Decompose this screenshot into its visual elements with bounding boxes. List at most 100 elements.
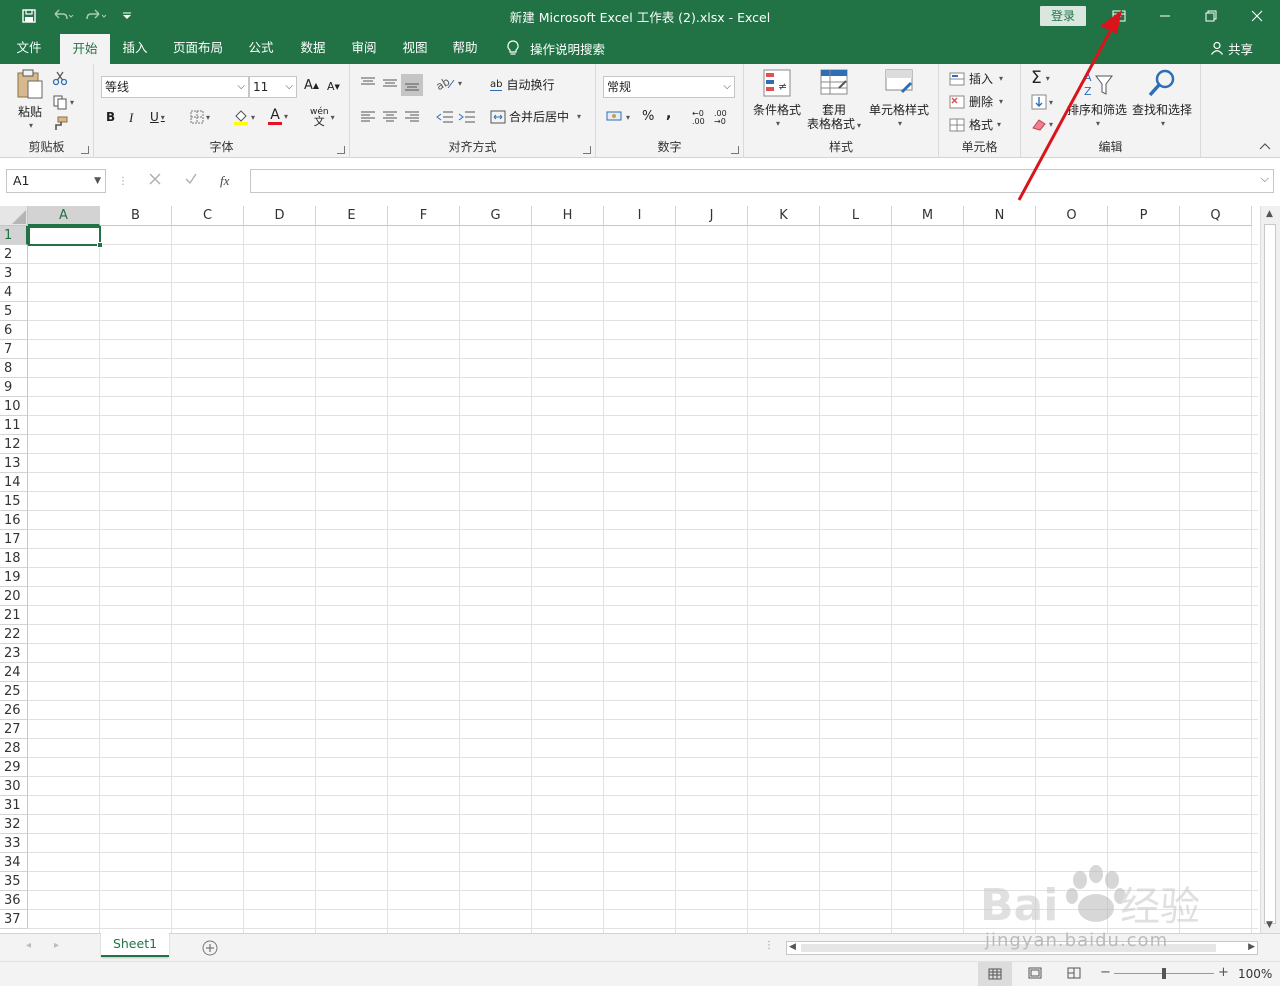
prev-sheet-icon[interactable]: ◂ (26, 940, 31, 951)
cancel-entry-icon[interactable] (148, 172, 162, 186)
align-center-icon[interactable] (382, 110, 398, 124)
bold-button[interactable]: B (106, 110, 115, 124)
autosum-button[interactable]: Σ ▾ (1031, 68, 1050, 88)
format-cells-button[interactable]: 格式 ▾ (949, 116, 1001, 133)
row-header-10[interactable]: 10 (0, 397, 28, 416)
row-header-1[interactable]: 1 (0, 226, 28, 245)
row-header-2[interactable]: 2 (0, 245, 28, 264)
new-sheet-icon[interactable] (202, 940, 218, 956)
decrease-decimal-button[interactable]: .00 →0 (714, 110, 727, 126)
column-header-j[interactable]: J (676, 206, 748, 226)
clear-button[interactable]: ▾ (1031, 116, 1053, 132)
page-layout-view-icon[interactable] (1028, 967, 1042, 979)
name-box[interactable]: A1 ▼ (6, 169, 106, 193)
row-header-34[interactable]: 34 (0, 853, 28, 872)
confirm-entry-icon[interactable] (184, 172, 198, 186)
row-header-19[interactable]: 19 (0, 568, 28, 587)
row-header-23[interactable]: 23 (0, 644, 28, 663)
italic-button[interactable]: I (129, 110, 133, 126)
column-header-i[interactable]: I (604, 206, 676, 226)
tab-review[interactable]: 审阅 (343, 32, 385, 64)
format-painter-icon[interactable] (52, 116, 68, 132)
row-header-28[interactable]: 28 (0, 739, 28, 758)
expand-formula-bar-icon[interactable]: ⌵ (1261, 172, 1269, 186)
row-header-35[interactable]: 35 (0, 872, 28, 891)
alignment-launcher-icon[interactable] (583, 146, 591, 154)
paste-button[interactable]: 粘贴 ▾ (10, 68, 50, 133)
column-header-e[interactable]: E (316, 206, 388, 226)
vertical-scrollbar[interactable]: ▲ ▼ (1260, 206, 1280, 933)
tab-home[interactable]: 开始 (60, 34, 110, 64)
orientation-icon[interactable]: ab ▾ (436, 76, 462, 90)
borders-button[interactable]: ▾ (190, 110, 210, 124)
row-header-21[interactable]: 21 (0, 606, 28, 625)
accounting-format-icon[interactable]: ▾ (606, 110, 630, 124)
login-button[interactable]: 登录 (1040, 6, 1086, 26)
sheet-tab-sheet1[interactable]: Sheet1 (101, 933, 169, 957)
row-header-11[interactable]: 11 (0, 416, 28, 435)
scroll-right-icon[interactable]: ▶ (1248, 942, 1255, 952)
cell-area[interactable] (28, 226, 1258, 933)
row-header-26[interactable]: 26 (0, 701, 28, 720)
zoom-slider[interactable] (1114, 968, 1214, 979)
row-header-18[interactable]: 18 (0, 549, 28, 568)
row-header-27[interactable]: 27 (0, 720, 28, 739)
tab-view[interactable]: 视图 (394, 32, 436, 64)
restore-icon[interactable] (1188, 0, 1234, 32)
tab-insert[interactable]: 插入 (114, 32, 156, 64)
row-header-31[interactable]: 31 (0, 796, 28, 815)
delete-cells-button[interactable]: 删除 ▾ (949, 93, 1003, 110)
align-middle-icon[interactable] (382, 76, 398, 90)
column-header-a[interactable]: A (28, 206, 100, 226)
minimize-icon[interactable] (1142, 0, 1188, 32)
sort-filter-button[interactable]: AZ 排序和筛选 ▾ (1065, 68, 1129, 131)
format-as-table-button[interactable]: 套用 表格格式 ▾ (804, 68, 864, 133)
zoom-out-button[interactable]: − (1100, 965, 1111, 980)
tab-page-layout[interactable]: 页面布局 (166, 32, 230, 64)
normal-view-icon[interactable] (978, 962, 1012, 986)
tab-data[interactable]: 数据 (292, 32, 334, 64)
conditional-formatting-button[interactable]: ≠ 条件格式 ▾ (750, 68, 804, 131)
font-launcher-icon[interactable] (337, 146, 345, 154)
scroll-up-icon[interactable]: ▲ (1266, 209, 1273, 219)
column-header-q[interactable]: Q (1180, 206, 1252, 226)
phonetic-guide-button[interactable]: wén 文 ▾ (310, 108, 335, 128)
zoom-level[interactable]: 100% (1238, 967, 1272, 981)
collapse-ribbon-icon[interactable] (1259, 142, 1271, 150)
row-header-22[interactable]: 22 (0, 625, 28, 644)
row-header-37[interactable]: 37 (0, 910, 28, 929)
formula-input[interactable]: ⌵ (250, 169, 1274, 193)
row-header-12[interactable]: 12 (0, 435, 28, 454)
tab-formulas[interactable]: 公式 (240, 32, 282, 64)
row-header-7[interactable]: 7 (0, 340, 28, 359)
share-button[interactable]: 共享 (1210, 32, 1253, 64)
row-header-29[interactable]: 29 (0, 758, 28, 777)
number-format-select[interactable]: 常规 ⌵ (603, 76, 735, 98)
row-header-16[interactable]: 16 (0, 511, 28, 530)
wrap-text-button[interactable]: ab 自动换行 (490, 76, 555, 93)
fill-button[interactable]: ▾ (1031, 94, 1053, 110)
cut-icon[interactable] (52, 70, 68, 86)
row-header-9[interactable]: 9 (0, 378, 28, 397)
align-left-icon[interactable] (360, 110, 376, 124)
align-right-icon[interactable] (404, 110, 420, 124)
merge-center-button[interactable]: 合并后居中 ▾ (490, 108, 581, 125)
row-header-14[interactable]: 14 (0, 473, 28, 492)
column-header-b[interactable]: B (100, 206, 172, 226)
copy-icon[interactable]: ▾ (52, 94, 74, 110)
vertical-scroll-thumb[interactable] (1264, 224, 1276, 924)
row-header-33[interactable]: 33 (0, 834, 28, 853)
fill-handle[interactable] (97, 242, 103, 248)
column-header-d[interactable]: D (244, 206, 316, 226)
row-header-36[interactable]: 36 (0, 891, 28, 910)
column-header-g[interactable]: G (460, 206, 532, 226)
increase-indent-icon[interactable] (458, 110, 476, 124)
tab-split-grip-icon[interactable]: ⋮ (764, 940, 774, 951)
column-header-k[interactable]: K (748, 206, 820, 226)
row-header-15[interactable]: 15 (0, 492, 28, 511)
row-header-5[interactable]: 5 (0, 302, 28, 321)
zoom-in-button[interactable]: + (1218, 965, 1229, 980)
column-header-h[interactable]: H (532, 206, 604, 226)
column-header-c[interactable]: C (172, 206, 244, 226)
align-top-icon[interactable] (360, 76, 376, 90)
